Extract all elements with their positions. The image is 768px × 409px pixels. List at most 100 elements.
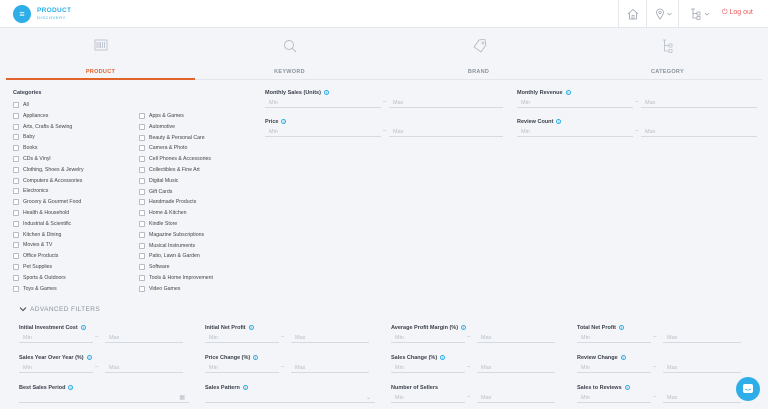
tab-category[interactable]: CATEGORY <box>573 36 762 80</box>
info-icon[interactable]: i <box>620 355 626 361</box>
checkbox-box[interactable] <box>139 113 145 119</box>
advanced-min-input[interactable]: Min <box>577 363 651 373</box>
logout-button[interactable]: ⏻ Log out <box>722 9 753 17</box>
price-max-input[interactable]: Max <box>389 127 503 137</box>
checkbox-box[interactable] <box>139 285 145 292</box>
checkbox-box[interactable] <box>13 199 19 206</box>
advanced-max-input[interactable]: Max <box>477 333 555 343</box>
sales-pattern-select[interactable]: ⌄ <box>205 393 375 403</box>
advanced-min-input[interactable]: Min <box>19 333 93 343</box>
tab-brand[interactable]: BRAND <box>384 36 573 80</box>
advanced-min-input[interactable]: Min <box>391 333 465 343</box>
checkbox-box[interactable] <box>139 242 145 249</box>
checkbox-box[interactable] <box>139 145 145 152</box>
checkbox-box[interactable] <box>139 253 145 260</box>
checkbox-box[interactable] <box>13 166 19 173</box>
review-count-min-input[interactable]: Min <box>517 127 633 137</box>
monthly-revenue-max-input[interactable]: Max <box>641 98 757 108</box>
app-logo[interactable]: PRODUCT DISCOVERY <box>37 7 72 20</box>
review-count-max-input[interactable]: Max <box>641 127 757 137</box>
advanced-min-input[interactable]: Min <box>19 363 93 373</box>
tab-product[interactable]: PRODUCT <box>6 36 195 80</box>
checkbox-box[interactable] <box>139 210 145 217</box>
advanced-max-input[interactable]: Max <box>663 393 741 403</box>
info-icon[interactable]: i <box>323 90 329 96</box>
checkbox-box[interactable] <box>139 188 145 195</box>
checkbox-box[interactable] <box>13 177 19 184</box>
checkbox-box[interactable] <box>139 123 145 130</box>
checkbox-box[interactable] <box>139 275 145 281</box>
checkbox-box[interactable] <box>139 231 145 238</box>
checkbox-box[interactable] <box>13 210 19 216</box>
info-icon[interactable]: i <box>86 355 92 361</box>
info-icon[interactable]: i <box>556 119 562 125</box>
advanced-max-input[interactable]: Max <box>291 333 369 343</box>
checkbox-box[interactable] <box>13 264 19 270</box>
advanced-min-input[interactable]: Min <box>205 363 279 373</box>
label-text: Price Change (%) <box>205 355 251 361</box>
range-dash: – <box>467 394 471 400</box>
best-sales-period-select[interactable]: ▦ <box>19 393 189 403</box>
checkbox-box[interactable] <box>13 253 19 260</box>
checkbox-box[interactable] <box>13 274 19 281</box>
checkbox-box[interactable] <box>13 156 19 162</box>
checkbox-box[interactable] <box>13 102 19 108</box>
tab-keyword[interactable]: KEYWORD <box>195 36 384 80</box>
advanced-filter-label: Initial Investment Cost i <box>19 325 86 331</box>
info-icon[interactable]: i <box>440 355 446 361</box>
advanced-max-input[interactable]: Max <box>663 333 741 343</box>
checkbox-box[interactable] <box>139 221 145 227</box>
checkbox-box[interactable] <box>13 220 19 227</box>
checkbox-box[interactable] <box>13 112 19 119</box>
monthly-sales-min-input[interactable]: Min <box>265 98 381 108</box>
advanced-max-input[interactable]: Max <box>105 363 183 373</box>
category-tree-dropdown[interactable] <box>678 0 718 28</box>
info-icon[interactable]: i <box>68 385 74 391</box>
checkbox-box[interactable] <box>13 145 19 152</box>
monthly-revenue-min-input[interactable]: Min <box>517 98 633 108</box>
price-label: Price i <box>265 119 287 125</box>
sitemap-icon <box>691 8 710 20</box>
info-icon[interactable]: i <box>242 385 248 391</box>
checkbox-box[interactable] <box>13 134 19 141</box>
checkbox-box[interactable] <box>139 177 145 184</box>
checkbox-box[interactable] <box>13 231 19 238</box>
info-icon[interactable]: i <box>248 325 254 331</box>
checkbox-box[interactable] <box>13 188 19 195</box>
menu-button[interactable]: ≡ <box>13 5 31 23</box>
advanced-max-input[interactable]: Max <box>477 363 555 373</box>
checkbox-box[interactable] <box>139 199 145 206</box>
advanced-max-input[interactable]: Max <box>477 393 555 403</box>
info-icon[interactable]: i <box>565 90 571 96</box>
monthly-sales-max-input[interactable]: Max <box>389 98 503 108</box>
checkbox-box[interactable] <box>139 134 145 141</box>
checkbox-box[interactable] <box>139 156 145 163</box>
advanced-max-input[interactable]: Max <box>663 363 741 373</box>
home-button[interactable] <box>618 0 646 28</box>
info-icon[interactable]: i <box>619 325 625 331</box>
advanced-max-input[interactable]: Max <box>291 363 369 373</box>
placeholder: Min <box>395 395 404 401</box>
range-dash: – <box>467 334 471 340</box>
info-icon[interactable]: i <box>253 355 259 361</box>
checkbox-box[interactable] <box>139 264 145 271</box>
advanced-min-input[interactable]: Min <box>205 333 279 343</box>
advanced-max-input[interactable]: Max <box>105 333 183 343</box>
advanced-min-input[interactable]: Min <box>391 363 465 373</box>
advanced-min-input[interactable]: Min <box>577 393 651 403</box>
info-icon[interactable]: i <box>281 119 287 125</box>
advanced-filters-toggle[interactable]: ADVANCED FILTERS <box>19 306 100 313</box>
advanced-min-input[interactable]: Min <box>391 393 465 403</box>
checkbox-box[interactable] <box>13 242 19 249</box>
location-dropdown[interactable] <box>646 0 678 28</box>
checkbox-box[interactable] <box>13 285 19 292</box>
checkbox-box[interactable] <box>139 167 145 173</box>
info-icon[interactable]: i <box>624 385 630 391</box>
advanced-min-input[interactable]: Min <box>577 333 651 343</box>
price-min-input[interactable]: Min <box>265 127 381 137</box>
chat-button[interactable] <box>736 377 760 401</box>
info-icon[interactable]: i <box>461 325 467 331</box>
logo-line1: PRODUCT <box>37 7 72 14</box>
checkbox-box[interactable] <box>13 123 19 130</box>
info-icon[interactable]: i <box>80 325 86 331</box>
